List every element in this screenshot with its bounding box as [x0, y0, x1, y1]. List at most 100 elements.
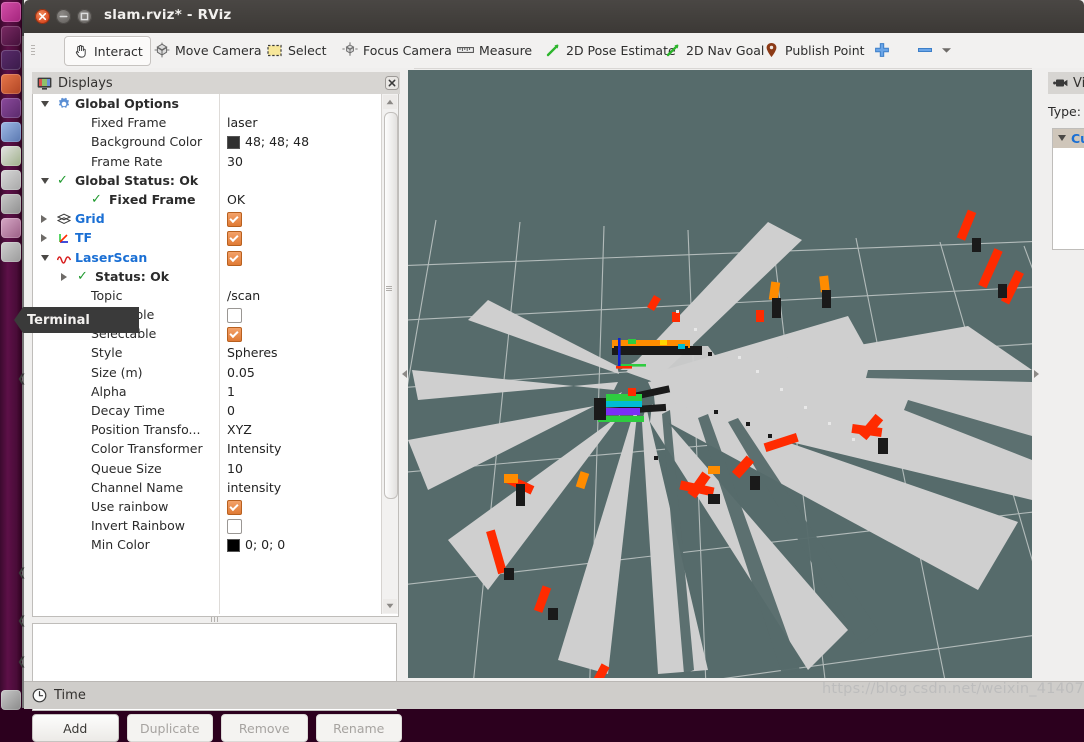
- views-tree[interactable]: Current View: [1052, 128, 1084, 250]
- display-row[interactable]: Decay Time 0: [33, 401, 380, 420]
- color-swatch[interactable]: [227, 539, 240, 553]
- tool-focus-camera[interactable]: Focus Camera: [334, 36, 459, 64]
- toolbar-grip[interactable]: [31, 45, 35, 56]
- tool-measure[interactable]: Measure: [450, 36, 539, 64]
- display-row[interactable]: LaserScan: [33, 248, 380, 267]
- launcher-icon-firefox[interactable]: [1, 74, 21, 94]
- display-row[interactable]: TF: [33, 228, 380, 247]
- scroll-down-icon[interactable]: [383, 599, 397, 613]
- launcher-icon-dash[interactable]: [1, 2, 21, 22]
- display-row[interactable]: Global Options: [33, 94, 380, 113]
- edge-chevron-2[interactable]: ❮: [17, 614, 26, 627]
- panel-close-icon[interactable]: [385, 76, 399, 90]
- add-button[interactable]: Add: [32, 714, 119, 742]
- edge-chevron-4[interactable]: ❮: [17, 372, 26, 385]
- launcher-icon-software[interactable]: [1, 98, 21, 118]
- display-row-value[interactable]: 48; 48; 48: [245, 132, 309, 151]
- duplicate-button[interactable]: Duplicate: [126, 714, 213, 742]
- toolbar-overflow-button[interactable]: [934, 36, 959, 64]
- display-row[interactable]: Frame Rate 30: [33, 152, 380, 171]
- chevron-down-icon[interactable]: [41, 254, 49, 261]
- display-row[interactable]: Grid: [33, 209, 380, 228]
- rename-button[interactable]: Rename: [315, 714, 402, 742]
- chevron-right-icon[interactable]: [41, 234, 47, 243]
- chevron-down-icon[interactable]: [41, 177, 49, 184]
- display-enable-checkbox[interactable]: [227, 250, 242, 266]
- display-row[interactable]: Style Spheres: [33, 343, 380, 362]
- display-row[interactable]: Alpha 1: [33, 382, 380, 401]
- remove-button[interactable]: Remove: [221, 714, 308, 742]
- display-enable-checkbox[interactable]: [227, 327, 242, 343]
- tool-2d-nav-goal[interactable]: 2D Nav Goal: [657, 36, 771, 64]
- display-row[interactable]: Color Transformer Intensity: [33, 439, 380, 458]
- left-panel-splitter[interactable]: [400, 68, 408, 680]
- displays-tree[interactable]: Global Options Fixed Frame laser Background…: [32, 94, 399, 617]
- 3d-viewport[interactable]: [408, 70, 1032, 678]
- display-row[interactable]: Position Transfo... XYZ: [33, 420, 380, 439]
- maximize-icon[interactable]: [77, 9, 92, 24]
- tool-move-camera[interactable]: Move Camera: [146, 36, 269, 64]
- display-row[interactable]: Topic/scan: [33, 286, 380, 305]
- display-row-value[interactable]: OK: [227, 190, 245, 209]
- display-row[interactable]: Invert Rainbow: [33, 516, 380, 535]
- display-row-value[interactable]: Spheres: [227, 343, 278, 362]
- tool-publish-point[interactable]: Publish Point: [756, 36, 872, 64]
- display-enable-checkbox[interactable]: [227, 519, 242, 535]
- display-row-value[interactable]: 0: [227, 401, 235, 420]
- display-row-value[interactable]: 0.05: [227, 363, 255, 382]
- launcher-icon-app-a[interactable]: [1, 194, 21, 214]
- display-enable-checkbox[interactable]: [227, 308, 242, 324]
- launcher-icon-trash[interactable]: [1, 690, 21, 710]
- display-row-value[interactable]: Intensity: [227, 439, 281, 458]
- launcher-icon-terminal[interactable]: [1, 170, 21, 190]
- display-row[interactable]: Size (m) 0.05: [33, 363, 380, 382]
- chevron-right-icon[interactable]: [41, 215, 47, 224]
- display-row[interactable]: Use rainbow: [33, 497, 380, 516]
- display-row[interactable]: Min Color 0; 0; 0: [33, 535, 380, 554]
- launcher-icon-settings[interactable]: [1, 122, 21, 142]
- display-row-value[interactable]: 0; 0; 0: [245, 535, 285, 554]
- launcher-icon-app-c[interactable]: [1, 242, 21, 262]
- display-enable-checkbox[interactable]: [227, 231, 242, 247]
- edge-chevron-1[interactable]: ❮: [17, 566, 26, 579]
- display-enable-checkbox[interactable]: [227, 212, 242, 228]
- display-row-value[interactable]: XYZ: [227, 420, 252, 439]
- tool-interact[interactable]: Interact: [64, 36, 151, 66]
- launcher-icon-files[interactable]: [1, 26, 21, 46]
- display-row-value[interactable]: 1: [227, 382, 235, 401]
- display-row[interactable]: Queue Size 10: [33, 459, 380, 478]
- launcher-icon-browser[interactable]: [1, 50, 21, 70]
- panel-horizontal-splitter[interactable]: [32, 616, 397, 623]
- tool-select[interactable]: Select: [259, 36, 334, 64]
- display-row[interactable]: ✓ Global Status: Ok: [33, 171, 380, 190]
- display-row-value[interactable]: intensity: [227, 478, 281, 497]
- right-panel-splitter[interactable]: [1032, 68, 1040, 680]
- displays-tree-scrollbar[interactable]: [381, 94, 398, 614]
- display-row-value[interactable]: 10: [227, 459, 243, 478]
- display-enable-checkbox[interactable]: [227, 499, 242, 515]
- display-row[interactable]: Fixed Frame laser: [33, 113, 380, 132]
- unity-launcher[interactable]: [0, 0, 22, 710]
- display-row-value[interactable]: 30: [227, 152, 243, 171]
- color-swatch[interactable]: [227, 136, 240, 150]
- display-row[interactable]: ✓ Status: Ok: [33, 267, 380, 286]
- launcher-icon-text-editor[interactable]: [1, 146, 21, 166]
- edge-chevron-3[interactable]: ❮: [17, 655, 26, 668]
- scroll-up-icon[interactable]: [383, 95, 397, 109]
- display-row[interactable]: ✓ Fixed Frame OK: [33, 190, 380, 209]
- chevron-right-icon[interactable]: [61, 272, 67, 281]
- views-tree-row[interactable]: Current View: [1053, 129, 1084, 148]
- display-row-value[interactable]: laser: [227, 113, 257, 132]
- launcher-icon-app-b[interactable]: [1, 218, 21, 238]
- close-icon[interactable]: [35, 9, 50, 24]
- display-row[interactable]: Channel Name intensity: [33, 478, 380, 497]
- tool-add[interactable]: [869, 36, 894, 64]
- chevron-down-icon[interactable]: [1058, 135, 1066, 141]
- chevron-down-icon[interactable]: [41, 101, 49, 107]
- scrollbar-thumb[interactable]: [384, 112, 398, 499]
- minimize-icon[interactable]: [56, 9, 71, 24]
- display-row[interactable]: Background Color 48; 48; 48: [33, 132, 380, 151]
- collapse-left-icon[interactable]: [401, 370, 407, 378]
- collapse-right-icon[interactable]: [1033, 370, 1039, 378]
- display-row-value[interactable]: /scan: [227, 286, 260, 305]
